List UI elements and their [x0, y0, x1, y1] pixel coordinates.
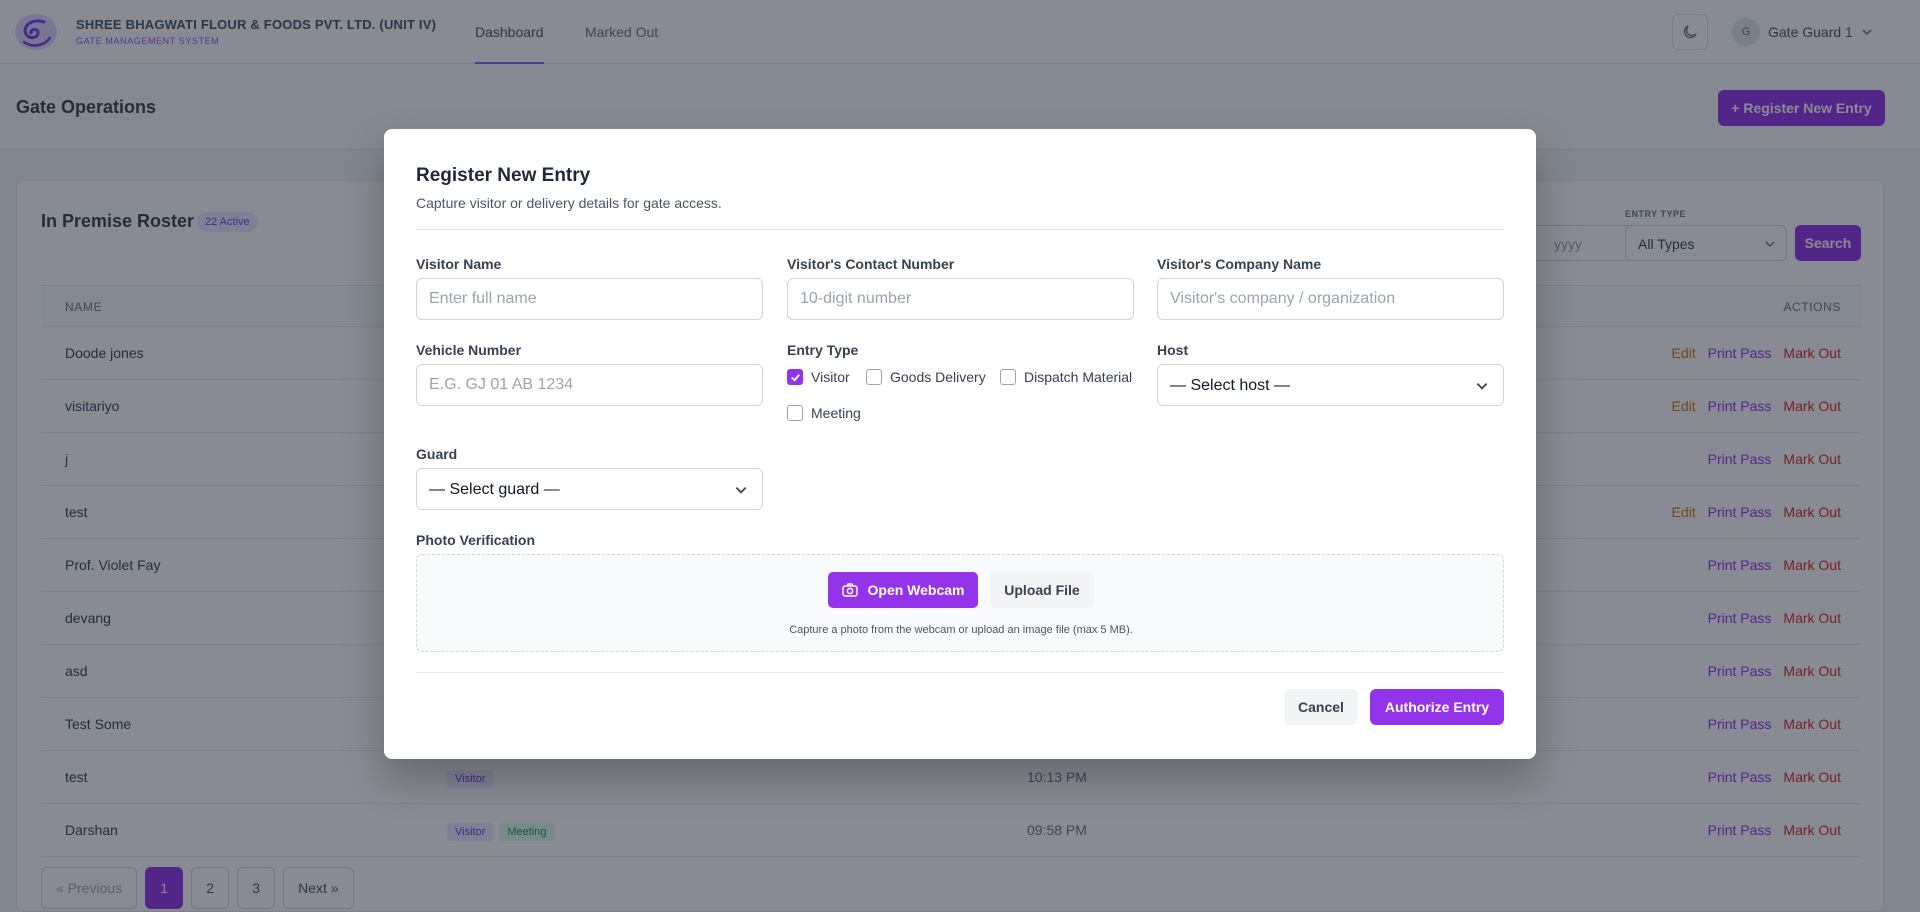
check-icon: [790, 373, 800, 382]
photo-verification-label: Photo Verification: [416, 532, 536, 548]
vehicle-number-input[interactable]: [416, 364, 763, 406]
divider: [416, 672, 1504, 673]
register-entry-modal: Register New Entry Capture visitor or de…: [384, 129, 1536, 759]
checkbox[interactable]: [1000, 369, 1016, 385]
open-webcam-button[interactable]: Open Webcam: [828, 572, 978, 608]
checkbox-checked[interactable]: [787, 369, 803, 385]
entry-type-dispatch-material-checkbox[interactable]: Dispatch Material: [1000, 369, 1132, 385]
company-name-label: Visitor's Company Name: [1157, 256, 1322, 272]
chevron-down-icon: [1476, 383, 1488, 390]
checkbox[interactable]: [866, 369, 882, 385]
host-select[interactable]: — Select host —: [1157, 364, 1504, 406]
divider: [416, 229, 1504, 230]
entry-type-dispatch-material-label: Dispatch Material: [1024, 369, 1133, 385]
open-webcam-label: Open Webcam: [867, 582, 965, 598]
host-select-value: — Select host —: [1170, 377, 1291, 394]
checkbox[interactable]: [787, 405, 803, 421]
visitor-name-label: Visitor Name: [416, 256, 502, 272]
host-label: Host: [1157, 342, 1189, 358]
company-name-input[interactable]: [1157, 278, 1504, 320]
entry-type-visitor-label: Visitor: [811, 369, 850, 385]
guard-select-value: — Select guard —: [429, 481, 560, 498]
chevron-down-icon: [735, 487, 747, 494]
contact-number-input[interactable]: [787, 278, 1134, 320]
camera-icon: [841, 583, 858, 597]
modal-title: Register New Entry: [416, 165, 591, 186]
photo-dropzone: Open Webcam Upload File Capture a photo …: [416, 554, 1504, 652]
vehicle-number-label: Vehicle Number: [416, 342, 522, 358]
photo-hint: Capture a photo from the webcam or uploa…: [789, 624, 1133, 636]
visitor-name-input[interactable]: [416, 278, 763, 320]
guard-select[interactable]: — Select guard —: [416, 468, 763, 510]
entry-type-label: Entry Type: [787, 342, 859, 358]
upload-file-button[interactable]: Upload File: [990, 572, 1094, 608]
entry-type-meeting-checkbox[interactable]: Meeting: [787, 405, 861, 421]
guard-label: Guard: [416, 446, 458, 462]
entry-type-meeting-label: Meeting: [811, 405, 861, 421]
contact-number-label: Visitor's Contact Number: [787, 256, 955, 272]
entry-type-visitor-checkbox[interactable]: Visitor: [787, 369, 850, 385]
modal-subtitle: Capture visitor or delivery details for …: [416, 195, 722, 211]
cancel-button[interactable]: Cancel: [1284, 689, 1358, 725]
authorize-entry-button[interactable]: Authorize Entry: [1370, 689, 1504, 725]
entry-type-goods-delivery-checkbox[interactable]: Goods Delivery: [866, 369, 986, 385]
entry-type-goods-delivery-label: Goods Delivery: [890, 369, 986, 385]
